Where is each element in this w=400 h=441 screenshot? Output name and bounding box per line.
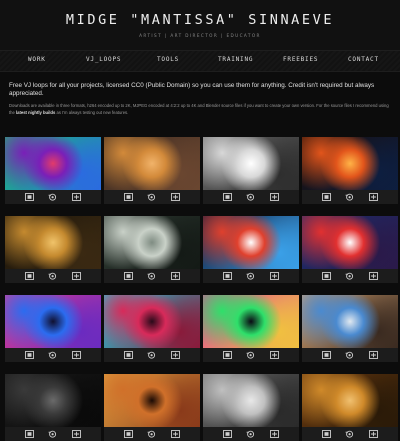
blender-icon[interactable] — [147, 193, 156, 201]
blender-icon[interactable] — [48, 272, 57, 280]
loop-thumbnail-rainbow-nebula[interactable] — [5, 137, 101, 190]
loop-thumbnail-cyan-ring-red-lights[interactable] — [104, 295, 200, 348]
film-icon[interactable] — [223, 430, 232, 438]
film-reel-icon[interactable] — [270, 193, 279, 201]
film-reel-icon[interactable] — [72, 272, 81, 280]
film-icon[interactable] — [322, 430, 331, 438]
film-icon[interactable] — [25, 351, 34, 359]
loop-thumbnail-amber-stone[interactable] — [302, 374, 398, 427]
download-bar — [104, 190, 200, 204]
film-reel-icon[interactable] — [171, 351, 180, 359]
film-reel-icon[interactable] — [270, 351, 279, 359]
blender-icon[interactable] — [345, 430, 354, 438]
loop-thumbnail-glowing-debris[interactable] — [104, 137, 200, 190]
film-icon[interactable] — [322, 272, 331, 280]
download-bar — [302, 427, 398, 441]
loop-thumbnail-blue-crystal-rocks[interactable] — [302, 295, 398, 348]
download-bar — [5, 427, 101, 441]
loop-thumbnail-chrome-cells[interactable] — [203, 374, 299, 427]
loop-thumbnail-dark-forest[interactable] — [104, 216, 200, 269]
download-bar — [104, 427, 200, 441]
film-icon[interactable] — [124, 193, 133, 201]
film-icon[interactable] — [322, 351, 331, 359]
film-icon[interactable] — [124, 351, 133, 359]
film-reel-icon[interactable] — [171, 272, 180, 280]
film-icon[interactable] — [223, 351, 232, 359]
download-bar — [302, 269, 398, 283]
film-icon[interactable] — [223, 193, 232, 201]
loop-thumbnail-green-triangle-burst[interactable] — [203, 295, 299, 348]
blender-icon[interactable] — [246, 272, 255, 280]
loop-grid — [0, 0, 400, 441]
film-icon[interactable] — [25, 193, 34, 201]
blender-icon[interactable] — [246, 351, 255, 359]
loop-thumbnail-fire-ring-tunnel[interactable] — [302, 137, 398, 190]
blender-icon[interactable] — [48, 193, 57, 201]
blender-icon[interactable] — [345, 193, 354, 201]
film-reel-icon[interactable] — [270, 272, 279, 280]
film-reel-icon[interactable] — [72, 193, 81, 201]
download-bar — [302, 348, 398, 362]
download-bar — [203, 348, 299, 362]
film-reel-icon[interactable] — [72, 430, 81, 438]
film-icon[interactable] — [124, 430, 133, 438]
blender-icon[interactable] — [48, 430, 57, 438]
loop-thumbnail-grey-rock-terrain[interactable] — [203, 137, 299, 190]
film-reel-icon[interactable] — [369, 430, 378, 438]
blender-icon[interactable] — [147, 272, 156, 280]
loop-thumbnail-dark-figure[interactable] — [5, 374, 101, 427]
download-bar — [302, 190, 398, 204]
download-bar — [203, 190, 299, 204]
film-reel-icon[interactable] — [369, 351, 378, 359]
film-reel-icon[interactable] — [369, 272, 378, 280]
blender-icon[interactable] — [147, 430, 156, 438]
download-bar — [5, 190, 101, 204]
film-icon[interactable] — [25, 272, 34, 280]
blender-icon[interactable] — [147, 351, 156, 359]
film-reel-icon[interactable] — [72, 351, 81, 359]
download-bar — [203, 427, 299, 441]
loop-thumbnail-red-glitch-burst[interactable] — [203, 216, 299, 269]
blender-icon[interactable] — [48, 351, 57, 359]
film-icon[interactable] — [223, 272, 232, 280]
loop-thumbnail-neon-streak-tunnel[interactable] — [302, 216, 398, 269]
download-bar — [104, 269, 200, 283]
download-bar — [5, 348, 101, 362]
film-icon[interactable] — [25, 430, 34, 438]
film-icon[interactable] — [124, 272, 133, 280]
loop-thumbnail-neon-triangle-tunnel[interactable] — [5, 295, 101, 348]
loop-thumbnail-fractal-bloom[interactable] — [104, 374, 200, 427]
loop-thumbnail-golden-web-nest[interactable] — [5, 216, 101, 269]
blender-icon[interactable] — [345, 351, 354, 359]
film-reel-icon[interactable] — [171, 430, 180, 438]
blender-icon[interactable] — [345, 272, 354, 280]
download-bar — [5, 269, 101, 283]
blender-icon[interactable] — [246, 430, 255, 438]
film-reel-icon[interactable] — [270, 430, 279, 438]
film-reel-icon[interactable] — [369, 193, 378, 201]
download-bar — [104, 348, 200, 362]
film-reel-icon[interactable] — [171, 193, 180, 201]
download-bar — [203, 269, 299, 283]
blender-icon[interactable] — [246, 193, 255, 201]
film-icon[interactable] — [322, 193, 331, 201]
